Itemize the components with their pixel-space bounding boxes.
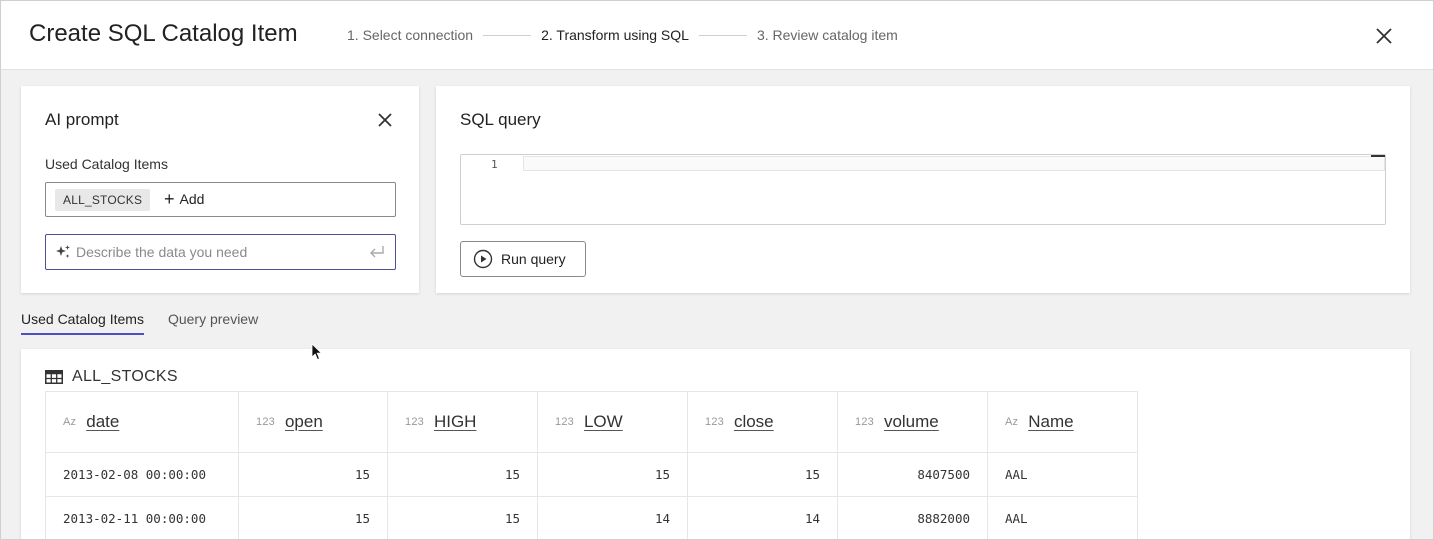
table-icon <box>45 370 63 384</box>
text-type-icon: Az <box>1005 416 1019 428</box>
column-header: Az date <box>45 391 239 453</box>
enter-icon[interactable] <box>368 244 386 260</box>
dataset-header: ALL_STOCKS <box>45 368 178 386</box>
stepper: 1. Select connection 2. Transform using … <box>347 27 898 43</box>
modal-header: Create SQL Catalog Item 1. Select connec… <box>1 1 1433 70</box>
sql-query-panel: SQL query 1 Run query <box>436 86 1410 293</box>
dataset-preview-panel: ALL_STOCKS Az date 123 open 123 HIGH 123 LOW… <box>21 349 1410 539</box>
add-label: Add <box>179 191 205 207</box>
table-cell: 15 <box>387 496 538 539</box>
close-modal-button[interactable] <box>1373 25 1395 47</box>
column-header: 123 LOW <box>537 391 688 453</box>
sql-editor[interactable]: 1 <box>460 154 1386 225</box>
plus-icon: + <box>164 189 175 209</box>
page-title: Create SQL Catalog Item <box>29 20 298 47</box>
close-icon <box>378 113 392 127</box>
table-row: 2013-02-11 00:00:00 15 15 14 14 8882000 … <box>45 496 1138 539</box>
line-number: 1 <box>491 158 498 171</box>
step-transform-sql: 2. Transform using SQL <box>541 27 689 43</box>
dataset-table: Az date 123 open 123 HIGH 123 LOW 123 close 1… <box>45 391 1138 539</box>
column-header: 123 open <box>238 391 388 453</box>
step-divider <box>483 34 532 36</box>
sql-query-title: SQL query <box>460 110 541 129</box>
mouse-pointer-icon <box>311 343 323 361</box>
editor-scroll-marker <box>1371 155 1385 157</box>
table-cell: 15 <box>387 452 538 497</box>
number-type-icon: 123 <box>256 416 275 428</box>
table-header-row: Az date 123 open 123 HIGH 123 LOW 123 close 1… <box>45 391 1138 453</box>
step-review-catalog: 3. Review catalog item <box>756 27 898 43</box>
column-name[interactable]: open <box>285 412 323 432</box>
dataset-name: ALL_STOCKS <box>72 368 178 385</box>
table-cell: 15 <box>537 452 688 497</box>
table-cell: 15 <box>687 452 838 497</box>
column-name[interactable]: volume <box>884 412 939 432</box>
table-cell: 2013-02-11 00:00:00 <box>45 496 239 539</box>
active-editor-line[interactable] <box>523 156 1385 171</box>
text-type-icon: Az <box>63 416 77 428</box>
column-header: 123 HIGH <box>387 391 538 453</box>
table-cell: 15 <box>238 452 388 497</box>
add-catalog-item-button[interactable]: + Add <box>164 190 204 208</box>
step-divider <box>698 34 747 36</box>
play-icon <box>473 249 493 269</box>
column-name[interactable]: close <box>734 412 774 432</box>
ai-prompt-title: AI prompt <box>45 110 119 129</box>
column-name[interactable]: LOW <box>584 412 623 432</box>
catalog-items-selector[interactable]: ALL_STOCKS + Add <box>45 182 396 217</box>
bottom-tabs: Used Catalog Items Query preview <box>21 311 282 335</box>
number-type-icon: 123 <box>555 416 574 428</box>
column-name[interactable]: date <box>86 412 119 432</box>
column-name[interactable]: Name <box>1028 412 1073 432</box>
ai-prompt-panel: AI prompt Used Catalog Items ALL_STOCKS … <box>21 86 419 293</box>
table-cell: 2013-02-08 00:00:00 <box>45 452 239 497</box>
modal-frame: Create SQL Catalog Item 1. Select connec… <box>0 0 1434 540</box>
run-query-button[interactable]: Run query <box>460 241 586 277</box>
sparkle-icon <box>56 245 70 258</box>
column-header: 123 close <box>687 391 838 453</box>
number-type-icon: 123 <box>405 416 424 428</box>
tab-used-catalog-items[interactable]: Used Catalog Items <box>21 311 144 335</box>
tab-query-preview[interactable]: Query preview <box>168 311 258 335</box>
number-type-icon: 123 <box>855 416 874 428</box>
close-icon <box>1376 28 1392 44</box>
close-ai-prompt-button[interactable] <box>375 110 395 130</box>
table-cell: 15 <box>238 496 388 539</box>
column-header: Az Name <box>987 391 1138 453</box>
ai-prompt-input[interactable] <box>76 235 356 269</box>
number-type-icon: 123 <box>705 416 724 428</box>
table-row: 2013-02-08 00:00:00 15 15 15 15 8407500 … <box>45 452 1138 497</box>
table-cell: 14 <box>687 496 838 539</box>
table-cell: 14 <box>537 496 688 539</box>
table-cell: AAL <box>987 496 1138 539</box>
used-catalog-items-label: Used Catalog Items <box>45 156 168 172</box>
run-query-label: Run query <box>501 251 566 267</box>
catalog-item-chip[interactable]: ALL_STOCKS <box>55 189 151 211</box>
step-select-connection: 1. Select connection <box>347 27 474 43</box>
table-cell: 8882000 <box>837 496 988 539</box>
table-cell: AAL <box>987 452 1138 497</box>
column-name[interactable]: HIGH <box>434 412 477 432</box>
table-cell: 8407500 <box>837 452 988 497</box>
column-header: 123 volume <box>837 391 988 453</box>
ai-prompt-input-wrapper <box>45 234 396 270</box>
